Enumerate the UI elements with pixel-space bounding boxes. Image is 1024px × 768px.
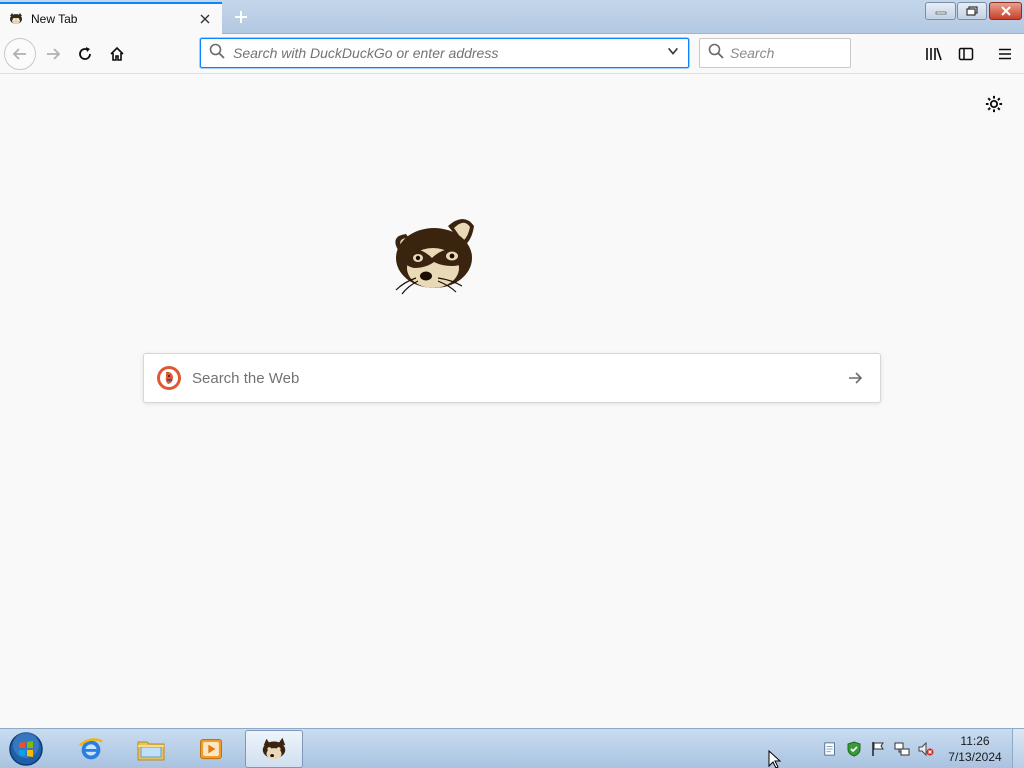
web-search-box[interactable] [143, 353, 881, 403]
nav-toolbar [0, 34, 1024, 74]
address-bar[interactable] [200, 38, 689, 68]
menu-button[interactable] [991, 40, 1019, 68]
minimize-button[interactable] [925, 2, 956, 20]
folder-icon [137, 741, 165, 761]
search-icon [708, 43, 724, 64]
windows-start-orb-icon [9, 732, 43, 766]
tray-security-shield-icon[interactable] [846, 741, 862, 757]
internet-explorer-icon [79, 738, 103, 760]
restore-button[interactable] [957, 2, 987, 20]
clock-date: 7/13/2024 [948, 750, 1002, 764]
hamburger-menu-icon [999, 48, 1011, 60]
library-button[interactable] [920, 40, 948, 68]
home-icon [110, 46, 124, 61]
window-close-button[interactable] [989, 2, 1022, 20]
close-tab-icon[interactable] [196, 10, 214, 28]
settings-button[interactable] [982, 92, 1006, 116]
new-tab-button[interactable] [228, 5, 254, 29]
raccoon-mascot-logo [386, 212, 480, 296]
search-submit-button[interactable] [842, 365, 868, 391]
chevron-down-icon[interactable] [666, 44, 680, 63]
tray-action-center-flag-icon[interactable] [870, 741, 886, 757]
taskbar-media-player[interactable] [182, 730, 240, 768]
raccoon-icon [8, 11, 24, 27]
reload-button[interactable] [69, 38, 101, 70]
search-bar[interactable] [699, 38, 851, 68]
tab-title: New Tab [31, 12, 78, 26]
start-button[interactable] [6, 731, 46, 767]
library-icon [926, 47, 942, 61]
forward-arrow-icon [47, 48, 61, 60]
tab-new-tab[interactable]: New Tab [0, 2, 222, 34]
new-tab-page [0, 74, 1024, 728]
duckduckgo-icon [156, 365, 182, 391]
search-input[interactable] [730, 45, 842, 61]
taskbar-browser-window[interactable] [245, 730, 303, 768]
tray-network-icon[interactable] [894, 741, 910, 757]
title-bar: New Tab [0, 0, 1024, 34]
restore-icon [966, 6, 978, 16]
home-button[interactable] [101, 38, 133, 70]
back-arrow-icon [12, 48, 26, 60]
forward-button[interactable] [37, 38, 69, 70]
sidebar-icon [958, 47, 974, 61]
media-player-icon [200, 738, 222, 760]
taskbar: 11:26 7/13/2024 [0, 728, 1024, 768]
back-button[interactable] [4, 38, 36, 70]
tray-volume-muted-icon[interactable] [918, 741, 934, 757]
arrow-right-icon [849, 372, 863, 384]
search-icon [209, 43, 225, 64]
sidebar-button[interactable] [952, 40, 980, 68]
taskbar-clock[interactable]: 11:26 7/13/2024 [942, 733, 1008, 765]
plus-icon [235, 11, 247, 23]
clock-time: 11:26 [960, 734, 990, 748]
taskbar-internet-explorer[interactable] [62, 730, 120, 768]
minimize-icon [935, 11, 946, 15]
web-search-input[interactable] [192, 369, 842, 387]
reload-icon [79, 47, 91, 60]
tray-document-icon[interactable] [822, 741, 838, 757]
taskbar-windows-explorer[interactable] [122, 730, 180, 768]
close-icon [1000, 6, 1011, 16]
raccoon-icon [262, 737, 286, 760]
address-input[interactable] [233, 45, 666, 61]
gear-icon [985, 95, 1003, 113]
show-desktop-button[interactable] [1012, 729, 1024, 768]
mouse-cursor-icon [768, 750, 782, 768]
